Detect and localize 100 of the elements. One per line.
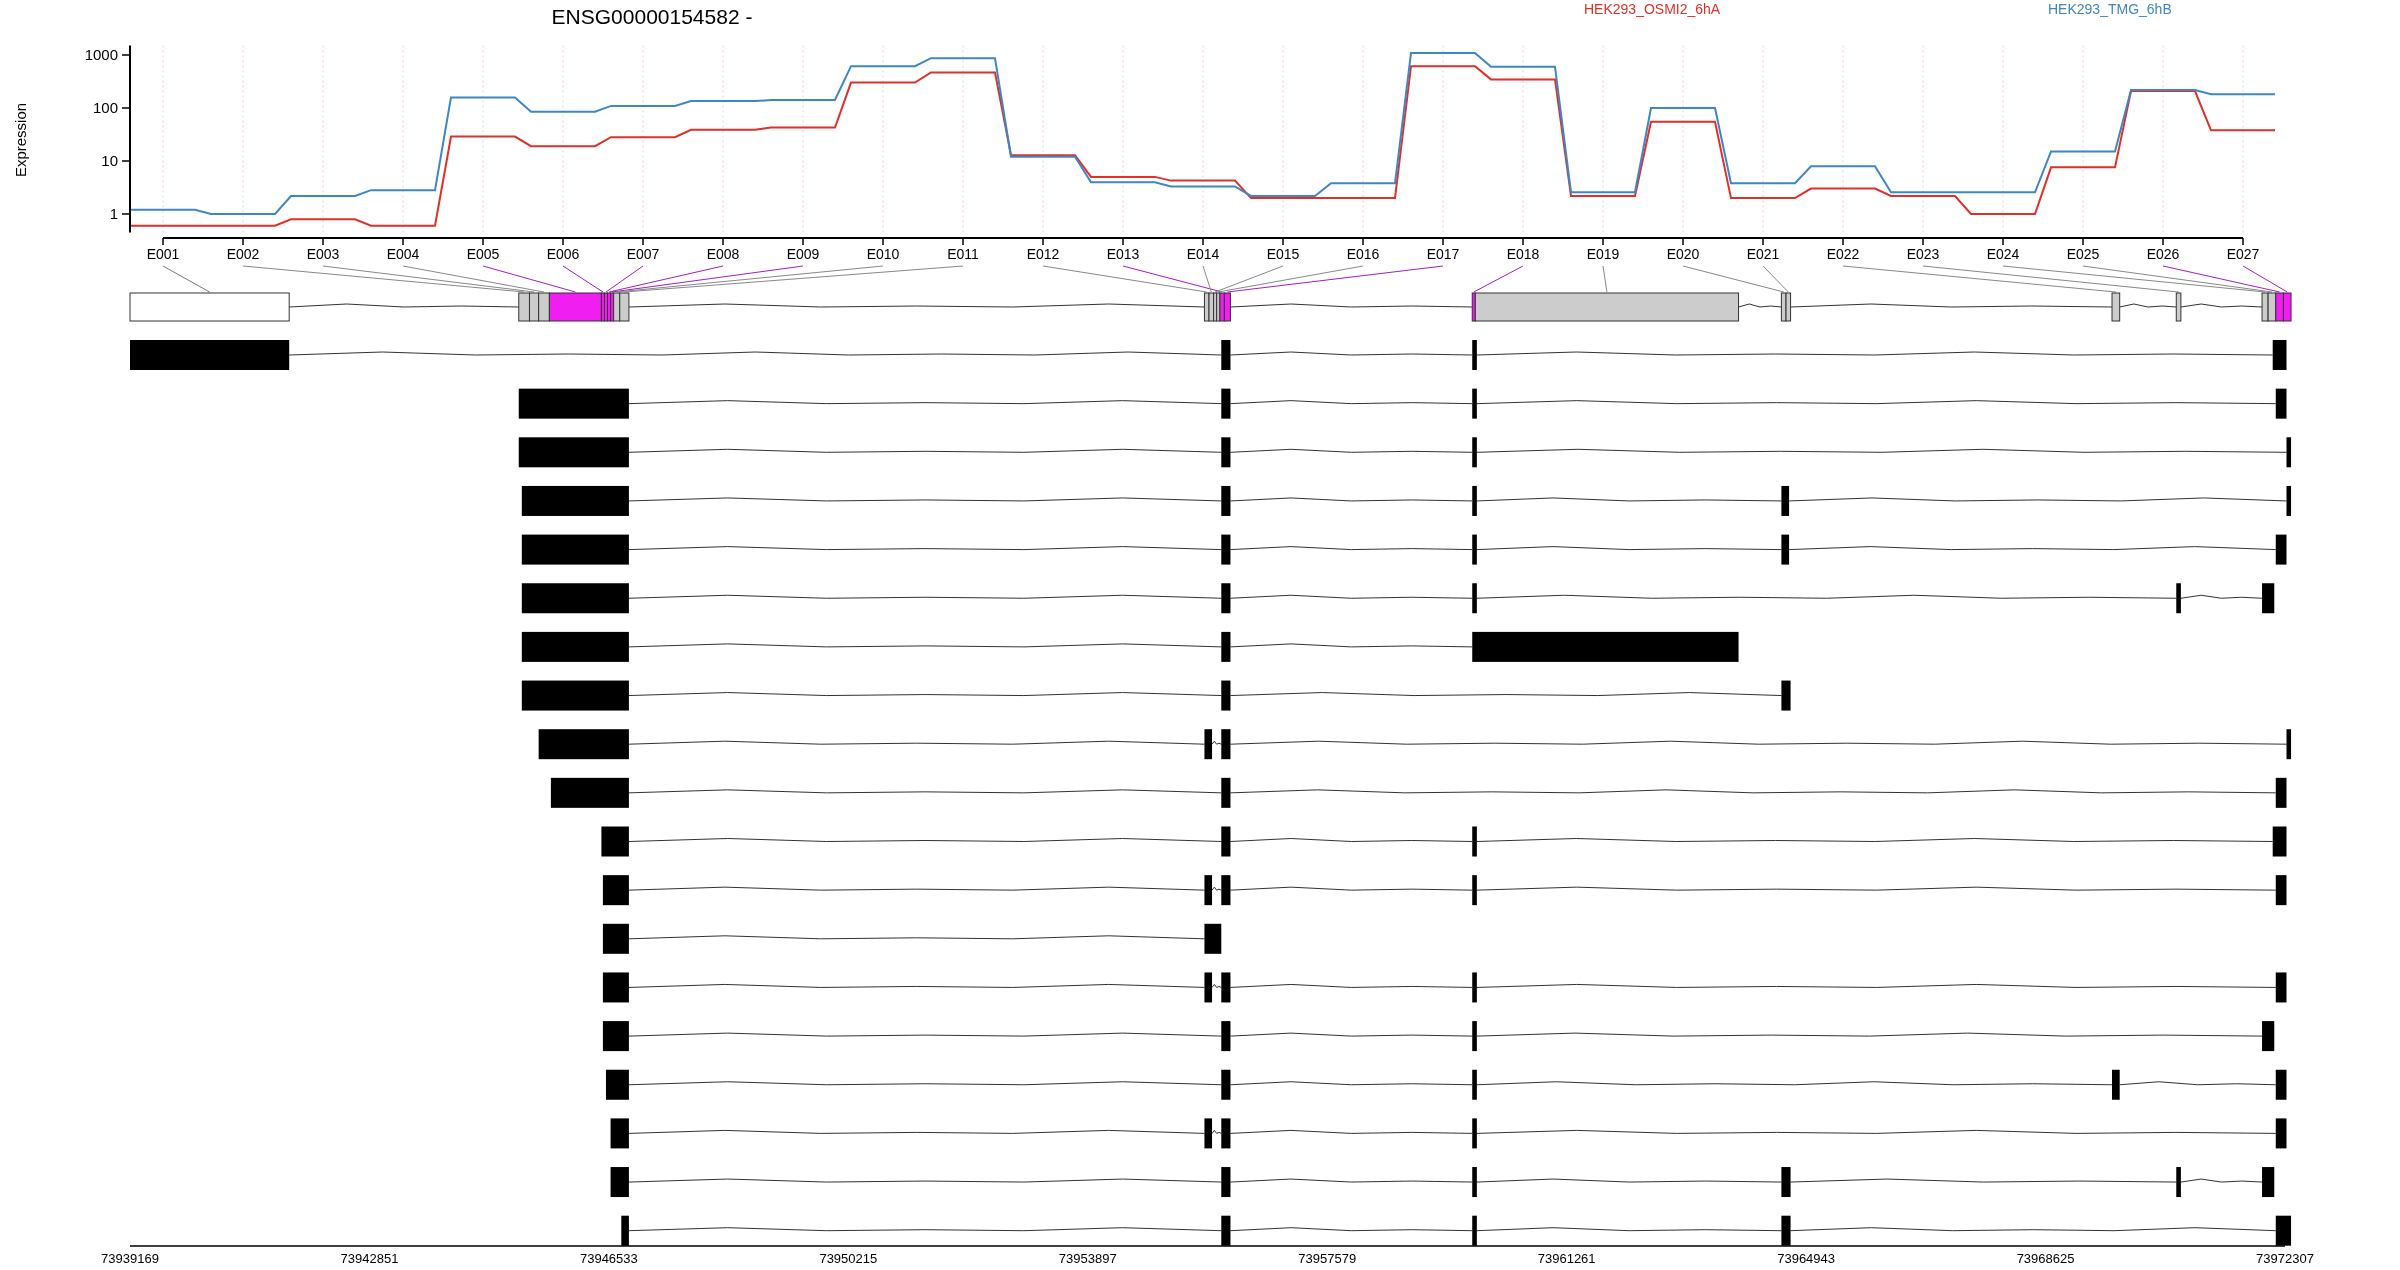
exon-block: [2272, 340, 2287, 370]
exon-block: [1204, 729, 1213, 760]
axis-title: Expression: [12, 102, 29, 178]
exon-block: [1472, 1069, 1477, 1100]
exon-block: [601, 826, 629, 857]
exon-block: [1472, 972, 1477, 1003]
axis-tick-label: 73968625: [2016, 1251, 2075, 1266]
exon-block: [1221, 1215, 1231, 1246]
exon-block: [602, 1021, 629, 1052]
exon-block: [2286, 485, 2292, 516]
exon-block: [2286, 729, 2292, 760]
exon-label: E024: [1986, 246, 2020, 262]
axis-tick-label: 10: [101, 152, 118, 169]
axis-tick-label: 73957579: [1298, 1251, 1357, 1266]
intron-line: [2119, 303, 2177, 308]
exon-label: E016: [1346, 246, 1380, 262]
exon-block: [2176, 1167, 2181, 1198]
exon-label: E017: [1426, 246, 1460, 262]
exon-block: [2275, 777, 2287, 808]
exon-block: [1472, 534, 1477, 565]
exon-block: [2112, 1069, 2120, 1100]
exon-block: [1472, 437, 1477, 468]
exon-label: E004: [386, 246, 420, 262]
axis-tick-label: 73939169: [101, 1251, 159, 1266]
exon-block: [1781, 1215, 1791, 1246]
exon-block: [1472, 388, 1477, 419]
exon-block: [2275, 875, 2287, 906]
exon-block: [1221, 729, 1231, 760]
exon-label: E027: [2226, 246, 2260, 262]
intron-line: [1211, 983, 1222, 988]
exon-block: [1472, 1167, 1477, 1198]
exon-block: [1472, 1215, 1477, 1246]
exon-block: [602, 972, 629, 1003]
exon-block: [2262, 1021, 2275, 1052]
exon-block: [621, 1215, 629, 1246]
exon-label: E020: [1666, 246, 1700, 262]
exon-block: [2275, 1069, 2287, 1100]
exon-label: E011: [947, 246, 979, 262]
exon-block: [610, 1118, 629, 1149]
axis-tick-label: 73950215: [819, 1251, 878, 1266]
exon-block: [1221, 826, 1231, 857]
exon-label: E021: [1746, 246, 1780, 262]
exon-block: [1221, 1021, 1231, 1052]
exon-block: [1221, 972, 1231, 1003]
exon-block: [1472, 1118, 1477, 1149]
intron-line: [1211, 1129, 1222, 1134]
exon-block: [1472, 826, 1477, 857]
exon-block: [1472, 583, 1477, 614]
intron-line: [1211, 886, 1222, 891]
exon-block: [1204, 1118, 1213, 1149]
axis-tick-label: 1000: [84, 46, 118, 63]
exon-label: E019: [1586, 246, 1620, 262]
exon-block: [2275, 1118, 2287, 1149]
exon-label: E007: [626, 246, 660, 262]
exon-block: [1472, 485, 1477, 516]
axis-tick-label: 73946533: [579, 1251, 638, 1266]
exon-block: [2272, 826, 2287, 857]
exon-block: [605, 1069, 629, 1100]
exon-block: [1204, 923, 1222, 954]
exon-block: [1781, 680, 1791, 711]
exon-block: [1472, 340, 1477, 370]
intron-line: [1211, 740, 1222, 745]
intron-line: [1738, 303, 1782, 308]
exon-block: [1221, 583, 1231, 614]
exon-block: [1221, 340, 1231, 370]
exon-label: E001: [146, 246, 180, 262]
exon-label: E015: [1266, 246, 1300, 262]
exon-block: [1221, 1167, 1231, 1198]
exon-label: E008: [706, 246, 740, 262]
legend-label: HEK293_TMG_6hB: [2048, 1, 2172, 17]
exon-label: E006: [546, 246, 580, 262]
exon-block: [1204, 972, 1213, 1003]
exon-block: [2176, 583, 2181, 614]
exon-block: [1472, 875, 1477, 906]
exon-label: E014: [1186, 246, 1220, 262]
exon-label: E026: [2146, 246, 2180, 262]
exon-label: E023: [1906, 246, 1940, 262]
exon-block: [1472, 1021, 1477, 1052]
exon-block: [1221, 437, 1231, 468]
exon-block: [2275, 1215, 2292, 1246]
exon-block: [2275, 972, 2287, 1003]
exon-label: E003: [306, 246, 340, 262]
exon-label: E022: [1826, 246, 1860, 262]
exon-label: E012: [1026, 246, 1060, 262]
axis-tick-label: 73942851: [340, 1251, 399, 1266]
exon-block: [1781, 485, 1790, 516]
exon-block: [1781, 534, 1790, 565]
exon-block: [1221, 1118, 1231, 1149]
exon-block: [2262, 583, 2275, 614]
exon-block: [602, 875, 629, 906]
legend-label: HEK293_OSMI2_6hA: [1584, 1, 1721, 17]
exon-block: [1204, 875, 1213, 906]
exon-block: [1221, 485, 1231, 516]
exon-block: [602, 923, 629, 954]
exon-label: E025: [2066, 246, 2100, 262]
exon-label: E002: [226, 246, 260, 262]
axis-tick-label: 100: [92, 99, 118, 116]
axis-tick-label: 73972307: [2256, 1251, 2314, 1266]
exon-block: [1781, 1167, 1791, 1198]
exon-label: E018: [1506, 246, 1540, 262]
